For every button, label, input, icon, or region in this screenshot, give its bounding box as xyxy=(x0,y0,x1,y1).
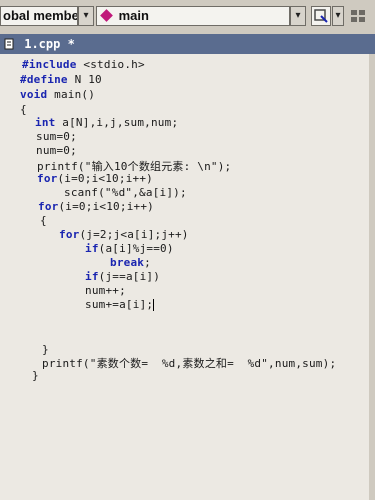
code-line: num=0; xyxy=(36,144,77,157)
code-text: a[N],i,j,sum,num; xyxy=(55,116,179,129)
code-text: (j=2;j<a[i];j++) xyxy=(79,228,189,241)
code-text: num=0; xyxy=(36,144,77,157)
code-line: { xyxy=(20,103,27,116)
code-line: for(j=2;j<a[i];j++) xyxy=(59,228,189,241)
function-combo-dropdown-button[interactable]: ▾ xyxy=(290,6,306,26)
toolbar-extra-button[interactable] xyxy=(350,8,368,24)
code-line: } xyxy=(32,369,39,382)
tab-file[interactable]: 1.cpp * xyxy=(4,36,75,52)
grid-icon xyxy=(351,10,365,22)
editor-scrollbar[interactable] xyxy=(369,54,375,500)
code-line: int a[N],i,j,sum,num; xyxy=(35,116,178,129)
code-text: (i=0;i<10;i++) xyxy=(58,200,154,213)
scope-combo-dropdown-button[interactable]: ▾ xyxy=(78,6,94,26)
code-text: num++; xyxy=(85,284,126,297)
code-text: (j==a[i]) xyxy=(98,270,161,283)
code-text: N 10 xyxy=(67,73,102,86)
chevron-down-icon: ▾ xyxy=(295,10,301,21)
function-combo[interactable]: main xyxy=(96,6,290,26)
code-editor[interactable]: #include <stdio.h> #define N 10 void mai… xyxy=(0,54,375,500)
tab-file-label: 1.cpp * xyxy=(24,37,75,51)
wizard-dropdown-button[interactable]: ▾ xyxy=(332,6,344,26)
code-text: <stdio.h> xyxy=(76,58,145,71)
code-text: scanf("%d",&a[i]); xyxy=(64,186,187,199)
file-icon xyxy=(4,38,14,50)
function-combo-value: main xyxy=(118,8,149,23)
toolbar: obal members ▾ main ▾ ▾ xyxy=(0,0,375,35)
code-text: (a[i]%j==0) xyxy=(98,242,174,255)
text-caret xyxy=(153,299,155,311)
code-keyword: break xyxy=(110,256,145,269)
code-keyword: for xyxy=(38,200,59,213)
code-text: main() xyxy=(47,88,96,101)
code-keyword: #include xyxy=(22,58,77,71)
chevron-down-icon: ▾ xyxy=(83,10,89,21)
code-line: printf("素数个数= %d,素数之和= %d",num,sum); xyxy=(42,355,336,371)
code-keyword: if xyxy=(85,242,99,255)
code-line: void main() xyxy=(20,88,95,101)
code-text: ; xyxy=(144,256,151,269)
code-line: if(j==a[i]) xyxy=(85,270,160,283)
code-line: for(i=0;i<10;i++) xyxy=(38,200,154,213)
code-line: sum=0; xyxy=(36,130,77,143)
code-line: scanf("%d",&a[i]); xyxy=(64,186,187,199)
tab-bar: 1.cpp * xyxy=(0,34,375,54)
code-keyword: void xyxy=(20,88,48,101)
code-text: { xyxy=(20,103,27,116)
code-text: } xyxy=(32,369,39,382)
code-text: (i=0;i<10;i++) xyxy=(57,172,153,185)
code-line: if(a[i]%j==0) xyxy=(85,242,174,255)
code-line: break; xyxy=(110,256,151,269)
code-keyword: for xyxy=(59,228,80,241)
code-text: sum=0; xyxy=(36,130,77,143)
code-keyword: for xyxy=(37,172,58,185)
scope-combo[interactable]: obal members xyxy=(0,6,78,26)
code-line: num++; xyxy=(85,284,126,297)
code-line: #include <stdio.h> xyxy=(22,58,145,71)
code-keyword: #define xyxy=(20,73,68,86)
code-text: { xyxy=(40,214,47,227)
code-line: for(i=0;i<10;i++) xyxy=(37,172,153,185)
wizard-action-button[interactable] xyxy=(311,6,331,26)
code-line: #define N 10 xyxy=(20,73,102,86)
function-icon xyxy=(100,9,113,22)
code-text: sum+=a[i]; xyxy=(85,298,154,311)
scope-combo-value: obal members xyxy=(3,8,78,23)
code-text: printf("素数个数= %d,素数之和= %d",num,sum); xyxy=(42,357,337,370)
wizard-icon xyxy=(314,9,328,23)
code-line: sum+=a[i]; xyxy=(85,298,155,311)
code-keyword: int xyxy=(35,116,56,129)
code-keyword: if xyxy=(85,270,99,283)
chevron-down-icon: ▾ xyxy=(335,10,341,21)
code-line: { xyxy=(40,214,47,227)
